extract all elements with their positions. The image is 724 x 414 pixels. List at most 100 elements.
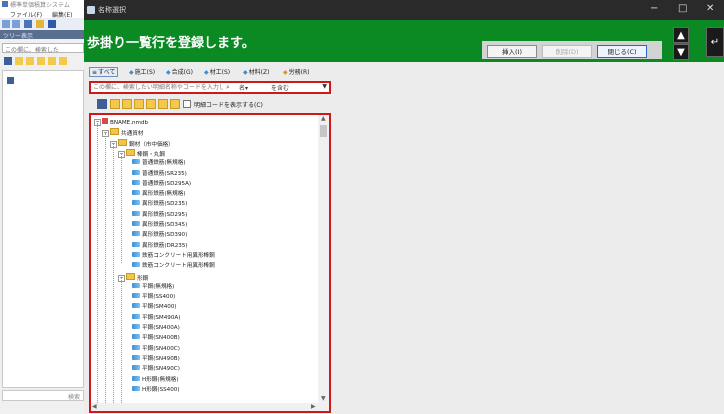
chevron-down-icon[interactable]: ▼ [322,83,327,90]
background-icon-row [4,56,84,67]
tree-node[interactable]: 平鋼(SN400A) [126,324,180,332]
tree-node[interactable]: 異形鉄筋(SD235) [126,200,187,208]
view-icon[interactable] [4,57,12,65]
folder-icon [126,148,135,156]
favorite-button-3[interactable] [134,99,144,109]
tree-node[interactable]: 平鋼(SM400) [126,303,177,311]
scroll-up-icon[interactable]: ▲ [321,115,326,122]
search-input[interactable] [93,83,223,92]
tree-node[interactable]: − 鋼材（市中価格） [110,138,174,148]
tree-node-label: H形鋼(SS400) [142,386,180,393]
tree-node[interactable]: 鉄筋コンクリート用異形棒鋼 [126,251,215,260]
maximize-button[interactable]: □ [678,3,687,14]
favorite-button-1[interactable] [110,99,120,109]
tree-node-label: 平鋼(無規格) [142,283,175,290]
name-tree[interactable]: − BNAME.nmdb − 共通資材 − 鋼材（市中価格） − 棒鋼・丸鋼 普通鉄筋(無規格)… [89,113,331,413]
close-window-button[interactable]: ✕ [706,3,714,14]
move-down-icon[interactable]: ▼ [673,44,689,60]
background-search-bar[interactable]: 検索 [2,390,84,401]
tree-node[interactable]: − 共通資材 [102,128,144,138]
material-icon [132,334,140,340]
scroll-right-icon[interactable]: ▶ [311,403,316,410]
search-condition[interactable]: を含む [271,83,289,92]
tree-node[interactable]: 平鋼(SN490B) [126,354,180,363]
tree-node[interactable]: 平鋼(SS400) [126,293,175,301]
material-icon [132,179,140,185]
move-up-icon[interactable]: ▲ [673,27,689,43]
minimize-button[interactable]: − [650,3,658,14]
favorite-button-6[interactable] [170,99,180,109]
tree-vertical-scrollbar[interactable] [318,115,329,411]
tree-node[interactable]: 異形鉄筋(DR235) [126,241,188,250]
scroll-down-icon[interactable]: ▼ [321,395,326,402]
save-icon[interactable] [48,20,56,28]
favorite-icon-1[interactable] [15,57,23,65]
background-search-input[interactable]: この欄に、検索した [2,43,84,54]
tree-node-label: 棒鋼・丸鋼 [137,151,165,158]
favorite-icon-3[interactable] [37,57,45,65]
tree-node[interactable]: 普通鉄筋(無規格) [126,159,186,167]
database-icon [102,118,108,124]
favorite-button-2[interactable] [122,99,132,109]
tree-node[interactable]: − 形鋼 [118,272,149,282]
tree-node[interactable]: H形鋼(SS400) [126,385,180,394]
favorite-button-4[interactable] [146,99,156,109]
tree-node-label: 鉄筋コンクリート用異形棒鋼 [142,263,215,270]
tree-node[interactable]: 平鋼(SN400C) [126,344,180,353]
tree-node[interactable]: 異形鉄筋(SD390) [126,231,187,239]
insert-button[interactable]: 挿入(I) [487,45,537,58]
background-titlebar: 標準単価積算システム [0,0,84,9]
tree-node[interactable]: 平鋼(無規格) [126,282,175,291]
tree-horizontal-scrollbar[interactable] [91,403,318,411]
tree-node[interactable]: 平鋼(SN490C) [126,365,180,373]
tab-material-labor[interactable]: ◆材工(S) [201,67,233,77]
tree-node-label: 共通資材 [121,131,144,138]
favorite-icon-4[interactable] [48,57,56,65]
back-icon[interactable] [2,20,10,28]
tree-node-label: 平鋼(SN400C) [142,345,180,352]
dialog-icon [87,6,95,14]
tree-node[interactable]: 異形鉄筋(SD345) [126,221,187,229]
favorite-button-5[interactable] [158,99,168,109]
root-icon[interactable] [7,77,14,84]
tree-node[interactable]: − 棒鋼・丸鋼 [118,148,165,158]
tree-node-label: 異形鉄筋(SD390) [142,232,188,239]
tree-node[interactable]: 普通鉄筋(SR235) [126,169,187,178]
background-tree-list[interactable] [2,70,84,388]
material-icon [132,169,140,175]
tab-construction[interactable]: ◆施工(S) [126,67,158,77]
delete-button[interactable]: 削除(D) [542,45,592,58]
tree-node[interactable]: 異形鉄筋(SD295) [126,210,188,219]
tree-node[interactable]: H形鋼(無規格) [126,375,179,384]
tree-node-label: 鉄筋コンクリート用異形棒鋼 [142,252,215,259]
tab-material[interactable]: ◆材料(Z) [240,67,272,77]
forward-icon[interactable] [12,20,20,28]
search-mode-select[interactable]: 名▾ [239,83,248,92]
tree-node-label: 平鋼(SN400B) [142,335,180,342]
tree-node-label: 形鋼 [137,275,149,282]
search-icon[interactable]: ⌕ [226,83,230,92]
favorite-icon-2[interactable] [26,57,34,65]
tree-node[interactable]: 鉄筋コンクリート用異形棒鋼 [126,262,215,270]
material-icon [132,262,140,268]
close-button[interactable]: 閉じる(C) [597,45,647,58]
favorite-icon-5[interactable] [59,57,67,65]
material-icon [132,375,140,381]
tree-node[interactable]: − BNAME.nmdb [94,118,148,126]
copy-icon[interactable] [24,20,32,28]
tree-node-label: 異形鉄筋(SD295) [142,211,188,218]
tree-node[interactable]: 平鋼(SN400B) [126,334,180,342]
scrollbar-thumb[interactable] [320,125,327,137]
tree-node[interactable]: 普通鉄筋(SD295A) [126,179,191,188]
tab-labor[interactable]: ◆労務(R) [280,67,312,77]
show-code-checkbox[interactable] [183,100,191,108]
tree-node[interactable]: 異形鉄筋(無規格) [126,190,186,198]
enter-icon[interactable]: ↵ [706,27,724,57]
bookmark-icon[interactable] [97,99,107,109]
tab-composite[interactable]: ◆合成(G) [163,67,196,77]
tab-all[interactable]: ≡すべて [89,67,119,77]
open-icon[interactable] [36,20,44,28]
app-icon [2,1,8,7]
tree-node[interactable]: 平鋼(SM490A) [126,313,180,322]
scroll-left-icon[interactable]: ◀ [92,403,97,410]
